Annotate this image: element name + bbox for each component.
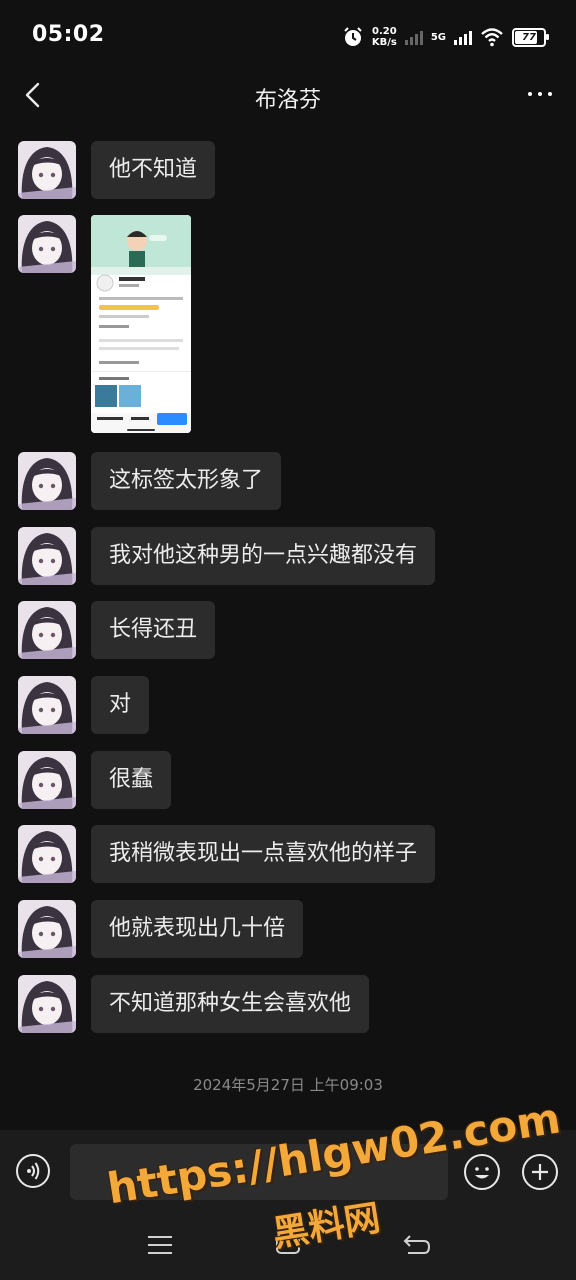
message-bubble[interactable]: 长得还丑 [91,601,216,659]
emoji-icon[interactable] [464,1154,500,1190]
network-type: 5G [430,31,446,43]
home-key-icon[interactable] [276,1234,300,1254]
chat-header: 布洛芬 [0,70,576,124]
battery-icon: 77 [512,27,549,47]
system-navigation-bar [0,1210,576,1280]
menu-key-icon[interactable] [148,1236,172,1260]
signal-5g-icon [454,29,472,45]
alarm-icon [344,27,362,46]
message-row: 我稍微表现出一点喜欢他的样子 [18,825,436,883]
message-bubble[interactable]: 我稍微表现出一点喜欢他的样子 [91,825,436,883]
avatar[interactable] [18,215,76,273]
message-row [18,215,191,433]
message-row: 这标签太形象了 [18,452,282,510]
avatar[interactable] [18,676,76,734]
message-row: 他不知道 [18,141,216,199]
message-bubble[interactable]: 很蠢 [91,751,172,809]
network-speed: 0.20 KB/s [372,26,397,48]
message-row: 对 [18,676,150,734]
message-input[interactable] [70,1144,448,1200]
message-row: 很蠢 [18,751,172,809]
back-key-icon[interactable] [402,1232,432,1258]
avatar[interactable] [18,900,76,958]
avatar[interactable] [18,975,76,1033]
avatar[interactable] [18,751,76,809]
message-bubble[interactable]: 这标签太形象了 [91,452,282,510]
signal-icon [404,29,423,45]
avatar[interactable] [18,601,76,659]
message-bubble[interactable]: 我对他这种男的一点兴趣都没有 [91,527,436,585]
image-message[interactable] [91,215,191,433]
message-row: 不知道那种女生会喜欢他 [18,975,370,1033]
message-bubble[interactable]: 他不知道 [91,141,216,199]
avatar[interactable] [18,527,76,585]
message-bubble[interactable]: 对 [91,676,150,734]
battery-level: 77 [522,31,536,43]
speed-value: 0.20 [371,26,397,37]
status-time: 05:02 [32,22,105,47]
profile-screenshot-image [91,215,191,433]
message-bubble[interactable]: 不知道那种女生会喜欢他 [91,975,370,1033]
message-bubble[interactable]: 他就表现出几十倍 [91,900,304,958]
avatar[interactable] [18,141,76,199]
avatar[interactable] [18,452,76,510]
input-bar [0,1130,576,1210]
message-timestamp: 2024年5月27日 上午09:03 [193,1076,383,1094]
voice-icon[interactable] [16,1154,50,1188]
plus-icon[interactable] [522,1154,558,1190]
chat-title: 布洛芬 [254,88,321,113]
avatar[interactable] [18,825,76,883]
speed-unit: KB/s [371,37,397,48]
message-row: 我对他这种男的一点兴趣都没有 [18,527,436,585]
message-row: 长得还丑 [18,601,216,659]
message-row: 他就表现出几十倍 [18,900,304,958]
status-bar: 05:02 0.20 KB/s 5G 77 [0,0,576,70]
wifi-icon [481,28,503,47]
more-dots-icon[interactable] [528,92,552,96]
